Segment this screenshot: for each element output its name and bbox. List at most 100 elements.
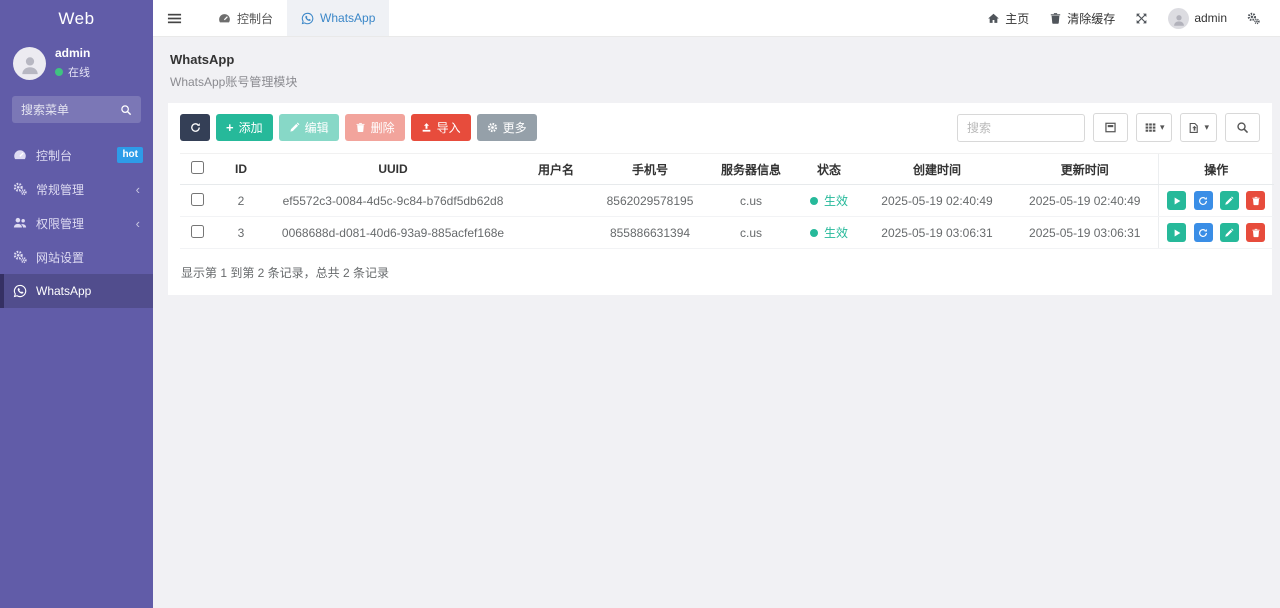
row-edit-button[interactable]: [1219, 223, 1239, 242]
column-header-uuid[interactable]: UUID: [268, 153, 518, 185]
sidebar-item-label: 常规管理: [36, 182, 85, 197]
accounts-table: ID UUID 用户名 手机号 服务器信息 状态 创建时间 更新时间 操作 2 …: [180, 153, 1274, 249]
fullscreen-button[interactable]: [1125, 0, 1158, 36]
tab-dashboard[interactable]: 控制台: [204, 0, 287, 36]
table-row[interactable]: 2 ef5572c3-0084-4d5c-9c84-b76df5db62d8 8…: [180, 184, 1274, 217]
table-row[interactable]: 3 0068688d-d081-40d6-93a9-885acfef168e 8…: [180, 216, 1274, 249]
dashboard-icon: [218, 12, 231, 25]
table-search-input[interactable]: [956, 113, 1085, 142]
more-button[interactable]: 更多: [476, 114, 537, 141]
cell-username: [518, 184, 594, 217]
cell-operate: [1157, 184, 1274, 217]
search-button[interactable]: [1225, 113, 1260, 142]
user-status: 在线: [55, 64, 90, 80]
cell-operate: [1157, 216, 1274, 249]
cell-created: 2025-05-19 02:40:49: [862, 184, 1012, 217]
home-label: 主页: [1005, 11, 1030, 26]
sidebar-item-label: 权限管理: [36, 216, 85, 231]
sidebar-nav: 控制台 hot 常规管理 ‹ 权限管理 ‹ 网站设置 WhatsApp: [0, 138, 153, 308]
columns-icon: [1144, 121, 1157, 134]
refresh-icon: [190, 122, 201, 133]
table-header-row: ID UUID 用户名 手机号 服务器信息 状态 创建时间 更新时间 操作: [180, 153, 1274, 185]
sidebar-item-auth[interactable]: 权限管理 ‹: [0, 206, 153, 240]
dashboard-icon: [12, 148, 27, 163]
row-edit-button[interactable]: [1219, 191, 1239, 210]
settings-menu-button[interactable]: [1237, 0, 1270, 36]
users-icon: [12, 216, 27, 231]
gear-icon: [487, 122, 498, 133]
sidebar-item-general[interactable]: 常规管理 ‹: [0, 172, 153, 206]
select-all-checkbox[interactable]: [190, 161, 204, 174]
tab-label: WhatsApp: [320, 11, 376, 25]
row-refresh-button[interactable]: [1193, 191, 1213, 210]
whatsapp-icon: [12, 284, 27, 299]
column-header-created[interactable]: 创建时间: [862, 153, 1012, 185]
import-label: 导入: [436, 121, 461, 135]
toggle-view-button[interactable]: [1092, 113, 1128, 142]
delete-button[interactable]: 删除: [344, 114, 405, 141]
menu-search-input[interactable]: [21, 102, 120, 117]
user-status-label: 在线: [68, 67, 90, 79]
refresh-button[interactable]: [180, 114, 210, 141]
upload-icon: [421, 122, 432, 133]
clear-cache-button[interactable]: 清除缓存: [1039, 0, 1125, 36]
column-header-username[interactable]: 用户名: [518, 153, 594, 185]
column-header-status[interactable]: 状态: [796, 153, 862, 185]
person-icon: [19, 54, 41, 76]
sidebar-item-label: 控制台: [36, 148, 73, 163]
gears-icon: [1247, 12, 1260, 25]
add-button[interactable]: + 添加: [216, 114, 273, 141]
sidebar-toggle-button[interactable]: [153, 0, 196, 36]
status-label: 生效: [823, 194, 848, 208]
column-header-operate[interactable]: 操作: [1157, 153, 1274, 185]
home-link[interactable]: 主页: [977, 0, 1039, 36]
trash-icon: [1251, 196, 1261, 206]
columns-button[interactable]: ▾: [1135, 113, 1173, 142]
run-button[interactable]: [1167, 191, 1187, 210]
edit-button[interactable]: 编辑: [278, 114, 339, 141]
cell-server: c.us: [706, 184, 796, 217]
row-delete-button[interactable]: [1246, 223, 1266, 242]
record-summary: 显示第 1 到第 2 条记录，总共 2 条记录: [181, 266, 390, 280]
export-button[interactable]: ▾: [1180, 113, 1217, 142]
cell-created: 2025-05-19 03:06:31: [862, 216, 1012, 249]
row-refresh-button[interactable]: [1193, 223, 1213, 242]
home-icon: [987, 12, 1000, 25]
row-checkbox[interactable]: [190, 224, 204, 238]
topbar-user-label: admin: [1194, 11, 1227, 25]
sidebar-user-block: admin 在线: [0, 37, 153, 91]
row-checkbox[interactable]: [190, 192, 204, 206]
sidebar-item-whatsapp[interactable]: WhatsApp: [0, 274, 153, 308]
toolbar-right: ▾ ▾: [956, 113, 1260, 142]
row-delete-button[interactable]: [1246, 191, 1266, 210]
sidebar-item-dashboard[interactable]: 控制台 hot: [0, 138, 153, 172]
table-toolbar: + 添加 编辑 删除 导入 更多 ▾ ▾: [168, 103, 1272, 153]
add-label: 添加: [238, 121, 263, 135]
column-header-updated[interactable]: 更新时间: [1012, 153, 1158, 185]
cell-server: c.us: [706, 216, 796, 249]
topbar-right: 主页 清除缓存 admin: [977, 0, 1280, 36]
column-header-server[interactable]: 服务器信息: [706, 153, 796, 185]
play-icon: [1172, 228, 1182, 238]
column-header-phone[interactable]: 手机号: [594, 153, 706, 185]
cell-updated: 2025-05-19 02:40:49: [1012, 184, 1158, 217]
whatsapp-icon: [301, 12, 314, 25]
cell-phone: 855886631394: [594, 216, 706, 249]
search-icon: [1236, 121, 1249, 134]
page-title: WhatsApp: [170, 52, 235, 67]
column-header-id[interactable]: ID: [214, 153, 268, 185]
refresh-icon: [1198, 228, 1208, 238]
topbar: 控制台 WhatsApp 主页 清除缓存 admin: [153, 0, 1280, 37]
tab-whatsapp[interactable]: WhatsApp: [287, 0, 390, 36]
user-avatar[interactable]: [13, 46, 46, 80]
toggle-view-icon: [1104, 121, 1117, 134]
sidebar-item-label: WhatsApp: [36, 284, 92, 298]
cell-username: [518, 216, 594, 249]
more-label: 更多: [502, 121, 527, 135]
topbar-user-menu[interactable]: admin: [1158, 0, 1237, 36]
sidebar-item-site-config[interactable]: 网站设置: [0, 240, 153, 274]
row-select-cell: [180, 184, 214, 217]
avatar: [1168, 7, 1190, 29]
import-button[interactable]: 导入: [410, 114, 471, 141]
run-button[interactable]: [1167, 223, 1187, 242]
